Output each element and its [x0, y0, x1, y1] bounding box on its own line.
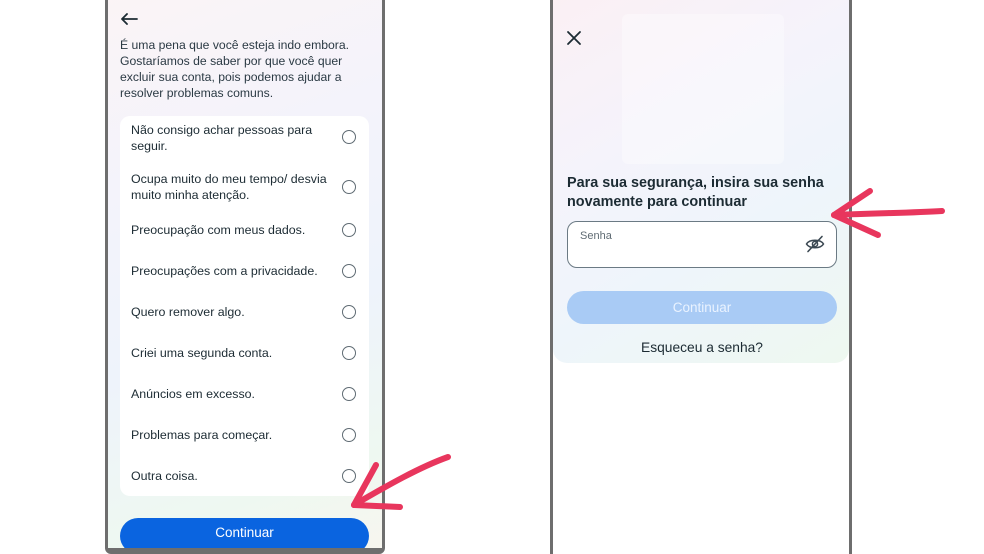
radio-button[interactable] — [342, 264, 356, 278]
close-icon[interactable] — [566, 30, 582, 46]
reason-item[interactable]: Problemas para começar. — [120, 420, 369, 452]
forgot-password-link[interactable]: Esqueceu a senha? — [567, 340, 837, 355]
reason-item[interactable]: Ocupa muito do meu tempo/ desvia muito m… — [120, 168, 369, 210]
reason-label: Anúncios em excesso. — [131, 387, 255, 401]
reason-label: Criei uma segunda conta. — [131, 346, 273, 360]
radio-button[interactable] — [342, 130, 356, 144]
radio-button[interactable] — [342, 305, 356, 319]
reason-item[interactable]: Não consigo achar pessoas para seguir. — [120, 116, 369, 158]
password-confirm-screen: Para sua segurança, insira sua senha nov… — [553, 0, 849, 554]
reason-label: Não consigo achar pessoas para seguir. — [131, 123, 313, 153]
reason-label: Preocupações com a privacidade. — [131, 264, 318, 278]
eye-off-icon[interactable] — [805, 235, 825, 253]
radio-button[interactable] — [342, 223, 356, 237]
continue-button-disabled[interactable]: Continuar — [567, 291, 837, 324]
radio-button[interactable] — [342, 346, 356, 360]
annotation-arrow-right — [831, 188, 945, 238]
continue-button[interactable]: Continuar — [120, 518, 369, 548]
reason-item[interactable]: Anúncios em excesso. — [120, 379, 369, 411]
security-title: Para sua segurança, insira sua senha nov… — [567, 175, 824, 210]
phone-frame-right: Para sua segurança, insira sua senha nov… — [550, 0, 852, 554]
reason-label: Preocupação com meus dados. — [131, 223, 306, 237]
radio-button[interactable] — [342, 180, 356, 194]
reason-item[interactable]: Preocupações com a privacidade. — [120, 256, 369, 288]
password-sheet: Para sua segurança, insira sua senha nov… — [553, 0, 849, 363]
sheet-illustration-placeholder — [622, 14, 784, 164]
password-label: Senha — [580, 230, 612, 242]
radio-button[interactable] — [342, 428, 356, 442]
reason-item[interactable]: Quero remover algo. — [120, 297, 369, 329]
reason-item[interactable]: Preocupação com meus dados. — [120, 215, 369, 247]
radio-button[interactable] — [342, 387, 356, 401]
intro-text: É uma pena que você esteja indo embora. … — [120, 38, 350, 100]
annotation-arrow-left — [351, 454, 451, 510]
reason-label: Outra coisa. — [131, 469, 198, 483]
reason-item[interactable]: Outra coisa. — [120, 461, 369, 493]
reason-list: Não consigo achar pessoas para seguir. O… — [120, 116, 369, 496]
back-arrow-icon[interactable] — [119, 11, 139, 27]
reason-label: Quero remover algo. — [131, 305, 245, 319]
reason-label: Ocupa muito do meu tempo/ desvia muito m… — [131, 172, 327, 202]
reason-label: Problemas para começar. — [131, 428, 273, 442]
password-field[interactable]: Senha — [567, 221, 837, 268]
reason-item[interactable]: Criei uma segunda conta. — [120, 338, 369, 370]
